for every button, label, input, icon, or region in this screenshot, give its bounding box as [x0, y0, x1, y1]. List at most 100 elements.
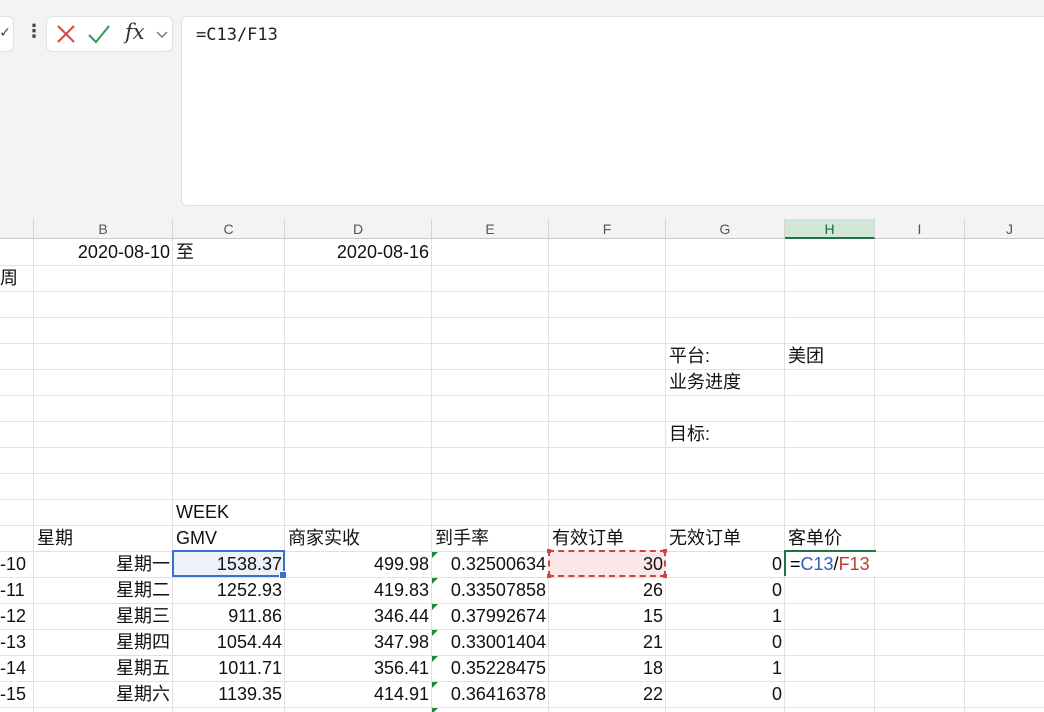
cell-received[interactable]: 414.91: [285, 681, 432, 707]
cancel-x-icon[interactable]: [55, 23, 77, 45]
confirm-check-icon[interactable]: [87, 23, 111, 45]
cell-valid[interactable]: 22: [549, 681, 666, 707]
column-header-i[interactable]: I: [875, 219, 965, 239]
cell-gmv[interactable]: 1054.44: [173, 629, 285, 655]
cell-invalid[interactable]: 1: [666, 655, 785, 681]
cell-received[interactable]: 347.98: [285, 629, 432, 655]
name-box[interactable]: ✓: [0, 16, 14, 52]
cell-invalid[interactable]: 0: [666, 551, 785, 577]
column-header-e[interactable]: E: [432, 219, 549, 239]
gridline: [0, 317, 1044, 318]
cell-rate[interactable]: 0.36416378: [432, 681, 549, 707]
cell-rate[interactable]: 0.32500634: [432, 551, 549, 577]
cell-gmv[interactable]: 1252.93: [173, 577, 285, 603]
gridline: [0, 291, 1044, 292]
cell-h12[interactable]: 客单价: [785, 525, 875, 551]
gridline: [0, 369, 1044, 370]
chevron-down-icon[interactable]: ✓: [0, 25, 11, 41]
cell-gmv[interactable]: 911.86: [173, 603, 285, 629]
worksheet-grid[interactable]: B C D E F G H I J 2020-08-10 至 2020-08-1…: [0, 219, 1044, 712]
cell-invalid[interactable]: 0: [666, 629, 785, 655]
more-vertical-icon[interactable]: ⋮: [25, 22, 43, 42]
gridline: [0, 421, 1044, 422]
cell-rate[interactable]: 0.33001404: [432, 629, 549, 655]
cell-b12[interactable]: 星期: [34, 525, 173, 551]
cell-valid[interactable]: 18: [549, 655, 666, 681]
cell-received[interactable]: 356.41: [285, 655, 432, 681]
cell-f12[interactable]: 有效订单: [549, 525, 666, 551]
cell-invalid[interactable]: 0: [666, 681, 785, 707]
error-indicator-icon[interactable]: [432, 656, 438, 662]
cell-rate[interactable]: 0.37992674: [432, 603, 549, 629]
column-header-d[interactable]: D: [285, 219, 432, 239]
cell-c11[interactable]: WEEK: [173, 499, 285, 525]
error-indicator-icon[interactable]: [432, 708, 438, 712]
cell-a[interactable]: -12: [0, 603, 34, 629]
gridline: [0, 499, 1044, 500]
formula-input[interactable]: =C13/F13: [181, 16, 1044, 206]
cell-weekday[interactable]: 星期三: [34, 603, 173, 629]
error-indicator-icon[interactable]: [432, 604, 438, 610]
cell-weekday[interactable]: 星期五: [34, 655, 173, 681]
cell-valid[interactable]: 15: [549, 603, 666, 629]
column-header-f[interactable]: F: [549, 219, 666, 239]
column-header-a[interactable]: [0, 219, 34, 239]
gridline: [874, 239, 875, 712]
cell-weekday[interactable]: 星期二: [34, 577, 173, 603]
error-indicator-icon[interactable]: [432, 630, 438, 636]
cell-a[interactable]: -11: [0, 577, 34, 603]
column-header-b[interactable]: B: [34, 219, 173, 239]
formula-bar: ✓ ⋮ fx =C13/F13: [0, 0, 1044, 219]
cell-invalid[interactable]: 0: [666, 577, 785, 603]
cell-weekday[interactable]: 星期一: [34, 551, 173, 577]
cell-e12[interactable]: 到手率: [432, 525, 549, 551]
cell-received[interactable]: 499.98: [285, 551, 432, 577]
cell-gmv[interactable]: 1139.35: [173, 681, 285, 707]
cell-h13-editing[interactable]: =C13/F13: [784, 550, 876, 576]
cell-a[interactable]: -14: [0, 655, 34, 681]
cell-d12[interactable]: 商家实收: [285, 525, 432, 551]
column-header-h[interactable]: H: [785, 219, 875, 239]
cell-gmv[interactable]: 1538.37: [173, 551, 285, 577]
cell-weekday[interactable]: 星期四: [34, 629, 173, 655]
cell-d1[interactable]: 2020-08-16: [285, 239, 432, 265]
cell-rate[interactable]: 0.33507858: [432, 577, 549, 603]
gridline: [0, 265, 1044, 266]
error-indicator-icon[interactable]: [432, 682, 438, 688]
cell-g8[interactable]: 目标:: [666, 421, 785, 447]
cell-invalid[interactable]: 1: [666, 603, 785, 629]
cell-a[interactable]: -13: [0, 629, 34, 655]
error-indicator-icon[interactable]: [432, 552, 438, 558]
cell-gmv[interactable]: 1011.71: [173, 655, 285, 681]
cell-a[interactable]: -10: [0, 551, 34, 577]
cell-weekday[interactable]: 星期六: [34, 681, 173, 707]
cell-g12[interactable]: 无效订单: [666, 525, 785, 551]
cell-rate[interactable]: 0.35228475: [432, 655, 549, 681]
chevron-down-icon[interactable]: [155, 27, 169, 41]
cell-h5[interactable]: 美团: [785, 343, 875, 369]
cell-a[interactable]: -15: [0, 681, 34, 707]
cell-valid[interactable]: 26: [549, 577, 666, 603]
column-header-g[interactable]: G: [666, 219, 785, 239]
cell-received[interactable]: 346.44: [285, 603, 432, 629]
cell-b1[interactable]: 2020-08-10: [34, 239, 173, 265]
cell-valid[interactable]: 30: [549, 551, 666, 577]
fx-icon[interactable]: fx: [125, 20, 145, 44]
cell-a2[interactable]: 周: [0, 265, 34, 291]
column-header-j[interactable]: J: [965, 219, 1044, 239]
cell-c1[interactable]: 至: [173, 239, 285, 265]
gridline: [0, 395, 1044, 396]
column-header-c[interactable]: C: [173, 219, 285, 239]
gridline: [0, 473, 1044, 474]
cell-g5[interactable]: 平台:: [666, 343, 785, 369]
gridline: [0, 707, 1044, 708]
gridline: [0, 447, 1044, 448]
error-indicator-icon[interactable]: [432, 578, 438, 584]
cell-valid[interactable]: 21: [549, 629, 666, 655]
cell-received[interactable]: 419.83: [285, 577, 432, 603]
gridline: [0, 343, 1044, 344]
cell-g6[interactable]: 业务进度: [666, 369, 785, 395]
cell-c12[interactable]: GMV: [173, 525, 285, 551]
spreadsheet-window: ✓ ⋮ fx =C13/F13 B C D E F G H I J 2020-0…: [0, 0, 1044, 712]
formula-actions: fx: [46, 16, 173, 52]
